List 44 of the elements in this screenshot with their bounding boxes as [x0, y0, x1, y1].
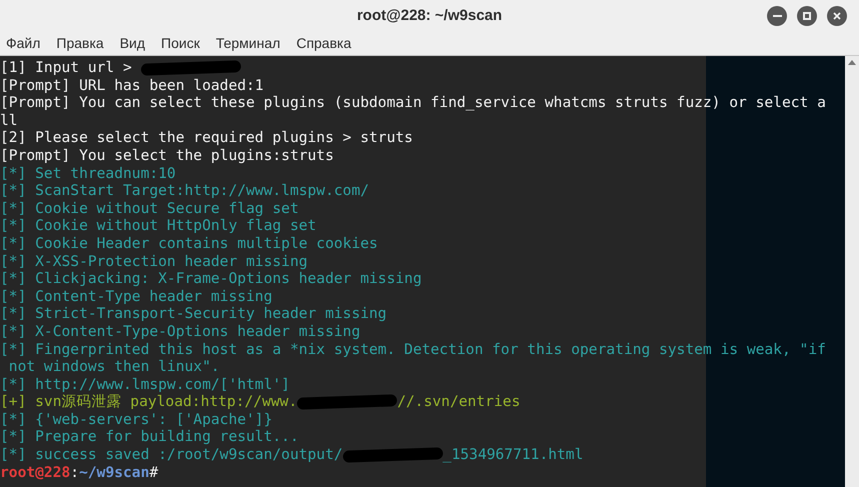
terminal-text: [+] svn源码泄露 payload:http://www.	[0, 393, 298, 410]
terminal-text: #	[149, 464, 158, 481]
terminal-text: [Prompt] You can select these plugins (subdomain find_service whatcms struts fuzz) or select a	[0, 94, 826, 112]
terminal-text: [*] Fingerprinted this host as a *nix system. Detection for this operating system is weak, "if	[0, 340, 826, 358]
terminal-text: :	[70, 464, 80, 481]
terminal-text: [*] Set threadnum:10	[0, 164, 176, 182]
window-title: root@228: ~/w9scan	[356, 6, 502, 26]
menu-item[interactable]: Файл	[6, 33, 40, 54]
minimize-button[interactable]	[767, 6, 787, 26]
terminal-text: [*] Cookie Header contains multiple cookies	[0, 234, 378, 252]
terminal-text: [*] Cookie without HttpOnly flag set	[0, 217, 316, 234]
maximize-icon	[803, 12, 811, 20]
terminal-text: [*] X-XSS-Protection header missing	[0, 252, 308, 270]
terminal-text: [*] X-Content-Type-Options header missing	[0, 322, 360, 340]
terminal-text: //.svn/entries	[397, 393, 520, 410]
terminal-text: [*] Strict-Transport-Security header missing	[0, 305, 387, 322]
terminal-text: [*] http://www.lmspw.com/['html']	[0, 376, 290, 393]
terminal-text: not windows then linux".	[8, 358, 220, 376]
terminal-text: [*] Prepare for building result...	[0, 428, 299, 446]
terminal-text: [*] ScanStart Target:http://www.lmspw.com/	[0, 182, 370, 200]
minimize-icon	[772, 15, 782, 17]
scroll-up-icon[interactable]	[848, 60, 856, 65]
terminal-text: [*] success saved :/root/w9scan/output/	[0, 446, 343, 464]
maximize-button[interactable]	[797, 6, 817, 26]
terminal-text: [*] Content-Type header missing	[0, 288, 272, 305]
terminal-text: [Prompt] You select the plugins:struts	[0, 146, 334, 164]
terminal-text: [*] Clickjacking: X-Frame-Options header missing	[0, 270, 422, 288]
terminal-text: [Prompt] URL has been loaded:1	[0, 76, 264, 94]
close-icon	[833, 12, 841, 20]
terminal-text: [2] Please select the required plugins > struts	[0, 129, 413, 146]
menu-item[interactable]: Поиск	[161, 33, 200, 54]
scrollbar[interactable]	[845, 56, 859, 487]
terminal-text: ll	[0, 112, 18, 129]
terminal-text: [*] Cookie without Secure flag set	[0, 200, 299, 217]
menu-item[interactable]: Вид	[120, 33, 146, 54]
menu-item[interactable]: Терминал	[216, 33, 280, 54]
terminal-text: _1534967711.html	[442, 446, 584, 464]
close-button[interactable]	[827, 6, 847, 26]
menu-item[interactable]: Правка	[56, 33, 104, 54]
menu-item[interactable]: Справка	[296, 33, 352, 54]
terminal-text: [1] Input url >	[0, 59, 133, 76]
terminal-text: ~/w9scan	[79, 464, 150, 481]
terminal-text: [*] {'web-servers': ['Apache']}	[0, 410, 272, 428]
terminal-text: root@228	[0, 464, 70, 481]
